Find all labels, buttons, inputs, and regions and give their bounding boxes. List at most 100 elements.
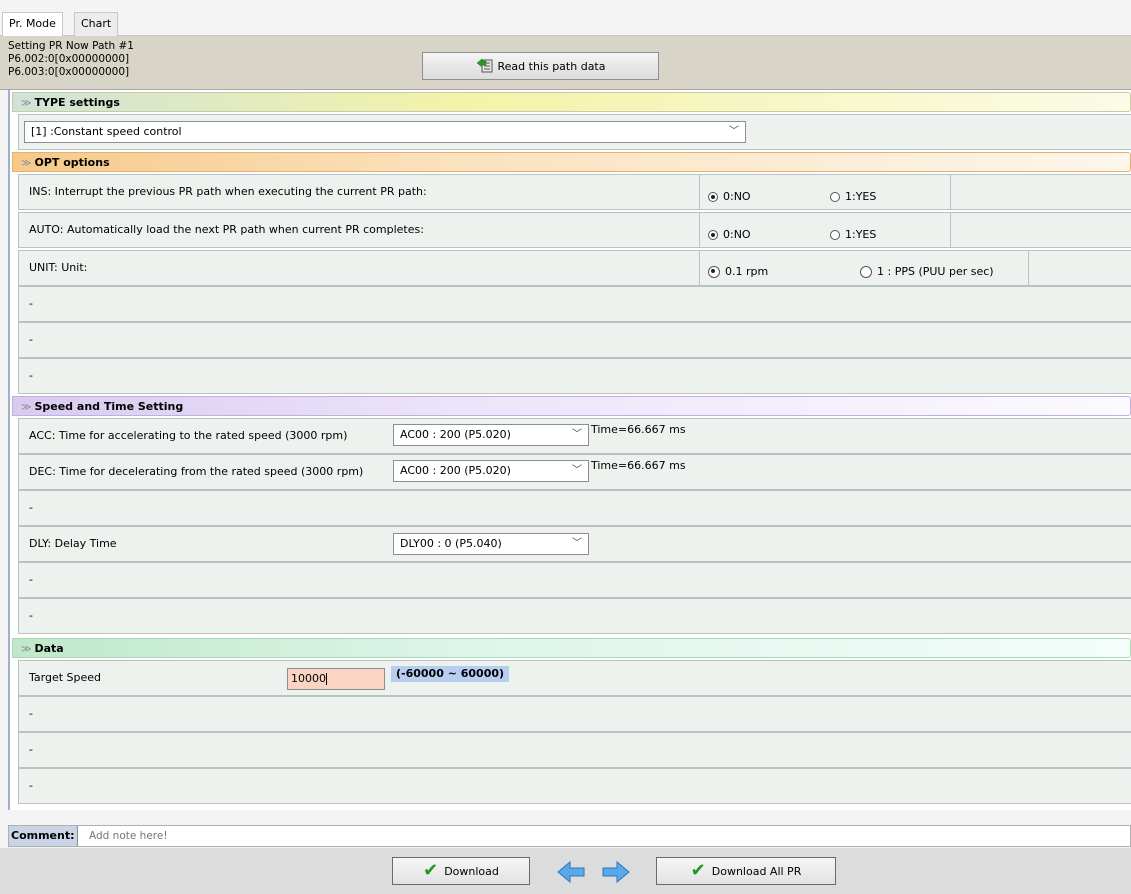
- pr-settings-panel: ≫ TYPE settings [1] :Constant speed contr…: [8, 90, 1131, 810]
- ins-radio-yes[interactable]: 1:YES: [830, 190, 876, 203]
- radio-label: 1 : PPS (PUU per sec): [877, 265, 994, 278]
- target-speed-input[interactable]: 10000: [287, 668, 385, 690]
- section-data[interactable]: ≫ Data: [12, 638, 1131, 658]
- text-cursor: [326, 673, 327, 685]
- opt-row-auto: AUTO: Automatically load the next PR pat…: [18, 212, 1131, 248]
- previous-arrow-button[interactable]: [556, 860, 586, 884]
- unit-label: UNIT: Unit:: [29, 261, 88, 274]
- radio-label: 0:NO: [723, 228, 751, 241]
- speed-row-empty: -: [18, 562, 1131, 598]
- radio-label: 1:YES: [845, 190, 877, 203]
- collapse-chevron-icon: ≫: [21, 402, 32, 413]
- path-info-title: Setting PR Now Path #1: [8, 40, 134, 52]
- radio-selected-icon: [708, 191, 718, 202]
- path-info-header: Setting PR Now Path #1 P6.002:0[0x000000…: [0, 36, 1131, 90]
- chevron-down-icon: ﹀: [572, 429, 582, 440]
- target-speed-value: 10000: [291, 672, 326, 685]
- speed-row-dec: DEC: Time for decelerating from the rate…: [18, 454, 1131, 490]
- chevron-down-icon: ﹀: [572, 538, 582, 549]
- empty-row-dash: -: [29, 297, 33, 310]
- tab-pr-mode[interactable]: Pr. Mode: [2, 12, 63, 37]
- read-data-icon: [476, 57, 494, 76]
- dec-select-value: AC00 : 200 (P5.020): [400, 464, 511, 477]
- ins-radio-cell: 0:NO 1:YES: [699, 174, 951, 210]
- empty-row-dash: -: [29, 743, 33, 756]
- auto-label: AUTO: Automatically load the next PR pat…: [29, 223, 424, 236]
- tab-chart[interactable]: Chart: [74, 12, 119, 36]
- ins-radio-no[interactable]: 0:NO: [708, 190, 751, 203]
- dec-label: DEC: Time for decelerating from the rate…: [29, 465, 364, 478]
- type-select[interactable]: [1] :Constant speed control ﹀: [24, 121, 746, 143]
- section-type-settings[interactable]: ≫ TYPE settings: [12, 92, 1131, 112]
- tab-label: Chart: [81, 17, 112, 30]
- empty-row-dash: -: [29, 779, 33, 792]
- empty-row-dash: -: [29, 369, 33, 382]
- dly-select-value: DLY00 : 0 (P5.040): [400, 537, 502, 550]
- path-info-p6002: P6.002:0[0x00000000]: [8, 53, 130, 65]
- acc-label: ACC: Time for accelerating to the rated …: [29, 429, 348, 442]
- section-title: OPT options: [34, 156, 110, 169]
- acc-select[interactable]: AC00 : 200 (P5.020) ﹀: [393, 424, 589, 446]
- radio-selected-icon: [708, 265, 720, 278]
- empty-row-dash: -: [29, 707, 33, 720]
- read-path-data-label: Read this path data: [497, 59, 606, 73]
- data-row-empty: -: [18, 732, 1131, 768]
- read-path-data-button[interactable]: Read this path data: [422, 52, 659, 80]
- radio-selected-icon: [708, 229, 718, 240]
- section-title: TYPE settings: [34, 96, 120, 109]
- tab-label: Pr. Mode: [9, 17, 56, 30]
- section-title: Data: [34, 642, 64, 655]
- section-opt-options[interactable]: ≫ OPT options: [12, 152, 1131, 172]
- left-arrow-icon: [557, 860, 585, 884]
- chevron-down-icon: ﹀: [572, 465, 582, 476]
- data-row-empty: -: [18, 696, 1131, 732]
- target-speed-range: (-60000 ~ 60000): [391, 666, 510, 682]
- tab-bar: Pr. Mode Chart: [0, 8, 1131, 37]
- collapse-chevron-icon: ≫: [21, 98, 32, 109]
- dec-select[interactable]: AC00 : 200 (P5.020) ﹀: [393, 460, 589, 482]
- unit-radio-cell: 0.1 rpm 1 : PPS (PUU per sec): [699, 250, 1029, 286]
- radio-label: 0:NO: [723, 190, 751, 203]
- chevron-down-icon: ﹀: [729, 126, 739, 137]
- data-row-target-speed: Target Speed 10000 (-60000 ~ 60000): [18, 660, 1131, 696]
- empty-row-dash: -: [29, 609, 33, 622]
- empty-row-dash: -: [29, 501, 33, 514]
- type-select-value: [1] :Constant speed control: [31, 125, 182, 138]
- type-settings-row: [1] :Constant speed control ﹀: [18, 114, 1131, 150]
- section-title: Speed and Time Setting: [34, 400, 184, 413]
- auto-radio-cell: 0:NO 1:YES: [699, 212, 951, 248]
- comment-input[interactable]: [89, 827, 1119, 845]
- radio-label: 1:YES: [845, 228, 877, 241]
- collapse-chevron-icon: ≫: [21, 644, 32, 655]
- unit-radio-pps[interactable]: 1 : PPS (PUU per sec): [860, 265, 994, 278]
- radio-unselected-icon: [830, 229, 840, 240]
- empty-row-dash: -: [29, 333, 33, 346]
- radio-unselected-icon: [830, 191, 840, 202]
- download-label: Download: [444, 864, 499, 878]
- checkmark-icon: ✔: [423, 860, 439, 881]
- section-speed-time[interactable]: ≫ Speed and Time Setting: [12, 396, 1131, 416]
- target-speed-label: Target Speed: [29, 671, 102, 684]
- opt-row-empty: -: [18, 358, 1131, 394]
- unit-radio-01rpm[interactable]: 0.1 rpm: [708, 265, 768, 278]
- collapse-chevron-icon: ≫: [21, 158, 32, 169]
- right-arrow-icon: [602, 860, 630, 884]
- dly-label: DLY: Delay Time: [29, 537, 117, 550]
- empty-row-dash: -: [29, 573, 33, 586]
- speed-row-empty: -: [18, 598, 1131, 634]
- checkmark-icon: ✔: [690, 860, 706, 881]
- dly-select[interactable]: DLY00 : 0 (P5.040) ﹀: [393, 533, 589, 555]
- comment-label: Comment:: [9, 826, 78, 846]
- download-all-pr-button[interactable]: ✔ Download All PR: [656, 857, 836, 885]
- next-arrow-button[interactable]: [601, 860, 631, 884]
- opt-row-empty: -: [18, 322, 1131, 358]
- opt-row-ins: INS: Interrupt the previous PR path when…: [18, 174, 1131, 210]
- auto-radio-yes[interactable]: 1:YES: [830, 228, 876, 241]
- radio-unselected-icon: [860, 265, 872, 278]
- acc-time-readout: Time=66.667 ms: [591, 423, 686, 436]
- opt-row-empty: -: [18, 286, 1131, 322]
- auto-radio-no[interactable]: 0:NO: [708, 228, 751, 241]
- download-button[interactable]: ✔ Download: [392, 857, 530, 885]
- radio-label: 0.1 rpm: [725, 265, 769, 278]
- bottom-toolbar: ✔ Download ✔ Download All PR: [0, 848, 1131, 894]
